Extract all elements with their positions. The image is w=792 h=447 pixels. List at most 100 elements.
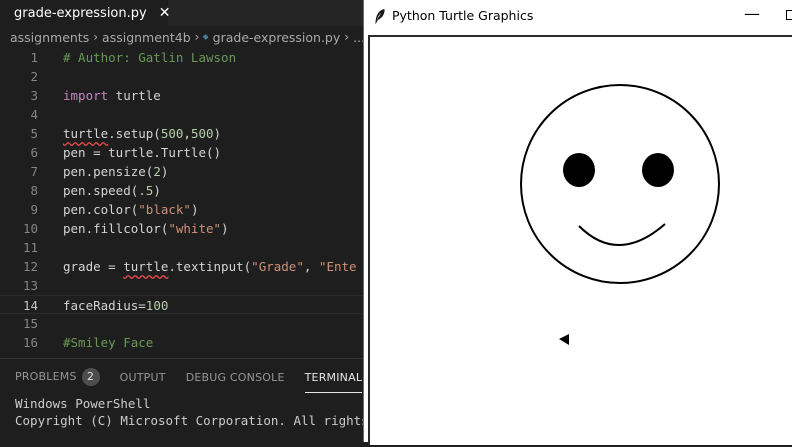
code-token: .textinput( <box>168 259 252 274</box>
code-line[interactable]: 10 pen.fillcolor("white") <box>0 219 365 238</box>
line-number: 9 <box>30 202 38 217</box>
code-text: faceRadius=100 <box>63 296 168 315</box>
code-token: # Author: Gatlin Lawson <box>63 50 237 65</box>
line-number: 3 <box>30 88 38 103</box>
code-editor[interactable]: 1 # Author: Gatlin Lawson 2 3 import turtle 4… <box>0 48 365 356</box>
line-number: 15 <box>22 316 38 331</box>
line-number: 8 <box>30 183 38 198</box>
tab-terminal[interactable]: TERMINAL <box>304 371 363 393</box>
code-token: ) <box>153 183 161 198</box>
code-line[interactable]: 14 faceRadius=100 <box>0 295 365 314</box>
line-number: 7 <box>30 164 38 179</box>
feather-icon <box>375 9 385 24</box>
left-eye <box>563 153 595 187</box>
code-line[interactable]: 13 <box>0 276 365 295</box>
tab-output[interactable]: OUTPUT <box>120 371 166 384</box>
turtle-canvas[interactable] <box>368 35 792 445</box>
code-token: turtle <box>123 259 169 274</box>
vscode-window: grade-expression.py ✕ assignments › assi… <box>0 0 365 442</box>
code-line[interactable]: 15 <box>0 314 365 333</box>
close-icon[interactable]: ✕ <box>159 6 171 20</box>
code-line[interactable]: 3 import turtle <box>0 86 365 105</box>
tab-problems[interactable]: PROBLEMS 2 <box>15 368 100 386</box>
line-number: 13 <box>22 278 38 293</box>
line-number: 1 <box>30 50 38 65</box>
breadcrumb-item[interactable]: assignments <box>10 30 89 45</box>
code-text: # Author: Gatlin Lawson <box>63 48 236 67</box>
code-token: pen.fillcolor( <box>63 221 169 236</box>
chevron-right-icon: › <box>194 30 200 44</box>
code-token: 2 <box>153 164 161 179</box>
code-token: faceRadius= <box>63 298 146 313</box>
code-token: import <box>63 88 109 103</box>
code-token: ) <box>190 202 199 217</box>
window-titlebar[interactable]: Python Turtle Graphics — <box>364 0 792 32</box>
breadcrumb-item[interactable]: assignment4b <box>102 30 191 45</box>
line-number: 2 <box>30 69 38 84</box>
code-token: , <box>303 259 319 274</box>
code-token: 500 <box>160 126 184 141</box>
code-token: .5 <box>138 183 154 198</box>
code-line[interactable]: 16 #Smiley Face <box>0 333 365 352</box>
code-token: "white" <box>168 221 222 236</box>
code-line[interactable]: 7 pen.pensize(2) <box>0 162 365 181</box>
terminal-line: Windows PowerShell <box>15 396 151 411</box>
code-text: #Smiley Face <box>63 333 153 352</box>
line-number: 6 <box>30 145 38 160</box>
code-token: 100 <box>145 298 169 313</box>
bottom-panel: PROBLEMS 2 OUTPUT DEBUG CONSOLE TERMINAL … <box>0 358 365 442</box>
code-text: pen = turtle.Turtle() <box>63 143 221 162</box>
code-line[interactable]: 8 pen.speed(.5) <box>0 181 365 200</box>
code-text: pen.speed(.5) <box>63 181 161 200</box>
code-line[interactable]: 4 <box>0 105 365 124</box>
maximize-button[interactable] <box>786 10 792 20</box>
tab-debug-console[interactable]: DEBUG CONSOLE <box>186 371 285 384</box>
code-line[interactable]: 1 # Author: Gatlin Lawson <box>0 48 365 67</box>
right-eye <box>642 153 674 187</box>
breadcrumb: assignments › assignment4b › grade-expre… <box>0 26 365 48</box>
turtle-cursor-arrow <box>559 334 569 345</box>
code-token: pen.pensize( <box>63 164 154 179</box>
code-token: "Grade" <box>251 259 304 274</box>
turtle-drawing <box>520 84 720 345</box>
line-number: 16 <box>22 335 38 350</box>
line-number: 11 <box>22 240 38 255</box>
code-line[interactable]: 12 grade = turtle.textinput("Grade", "Ent… <box>0 257 365 276</box>
face-outline <box>520 84 720 284</box>
terminal-line: Copyright (C) Microsoft Corporation. All… <box>15 413 365 428</box>
breadcrumb-item[interactable]: grade-expression.py <box>213 30 341 45</box>
minimize-button[interactable]: — <box>742 4 762 26</box>
panel-tab-bar: PROBLEMS 2 OUTPUT DEBUG CONSOLE TERMINAL <box>0 359 365 395</box>
code-text: pen.fillcolor("white") <box>63 219 229 238</box>
code-token: "black" <box>138 202 191 217</box>
code-text: grade = turtle.textinput("Grade", "Ente <box>63 257 357 276</box>
code-token: #Smiley Face <box>63 335 154 350</box>
code-text: turtle.setup(500,500) <box>63 124 221 143</box>
code-text: pen.color("black") <box>63 200 198 219</box>
code-line[interactable]: 6 pen = turtle.Turtle() <box>0 143 365 162</box>
editor-tab-bar: grade-expression.py ✕ <box>0 0 365 26</box>
code-line[interactable]: 11 <box>0 238 365 257</box>
code-token: grade = <box>63 259 124 274</box>
tab-problems-label: PROBLEMS <box>15 370 77 383</box>
code-text: import turtle <box>63 86 161 105</box>
code-line[interactable]: 9 pen.color("black") <box>0 200 365 219</box>
code-token: pen.speed( <box>63 183 139 198</box>
code-text: pen.pensize(2) <box>63 162 168 181</box>
code-token: .setup( <box>108 126 161 141</box>
problems-count-badge: 2 <box>81 368 100 386</box>
line-number: 14 <box>22 298 38 313</box>
line-number: 5 <box>30 126 38 141</box>
code-token: pen.color( <box>63 202 139 217</box>
line-number: 12 <box>22 259 38 274</box>
terminal-output[interactable]: Windows PowerShell Copyright (C) Microsof… <box>15 395 365 429</box>
window-title: Python Turtle Graphics <box>392 8 534 23</box>
code-token: turtle <box>63 126 109 141</box>
code-line[interactable]: 5 turtle.setup(500,500) <box>0 124 365 143</box>
code-token: ) <box>160 164 169 179</box>
editor-tab[interactable]: grade-expression.py ✕ <box>0 0 171 26</box>
code-token: 500 <box>190 126 214 141</box>
editor-tab-label: grade-expression.py <box>14 5 147 21</box>
code-line[interactable]: 2 <box>0 67 365 86</box>
code-token: pen = turtle.Turtle() <box>63 145 222 160</box>
